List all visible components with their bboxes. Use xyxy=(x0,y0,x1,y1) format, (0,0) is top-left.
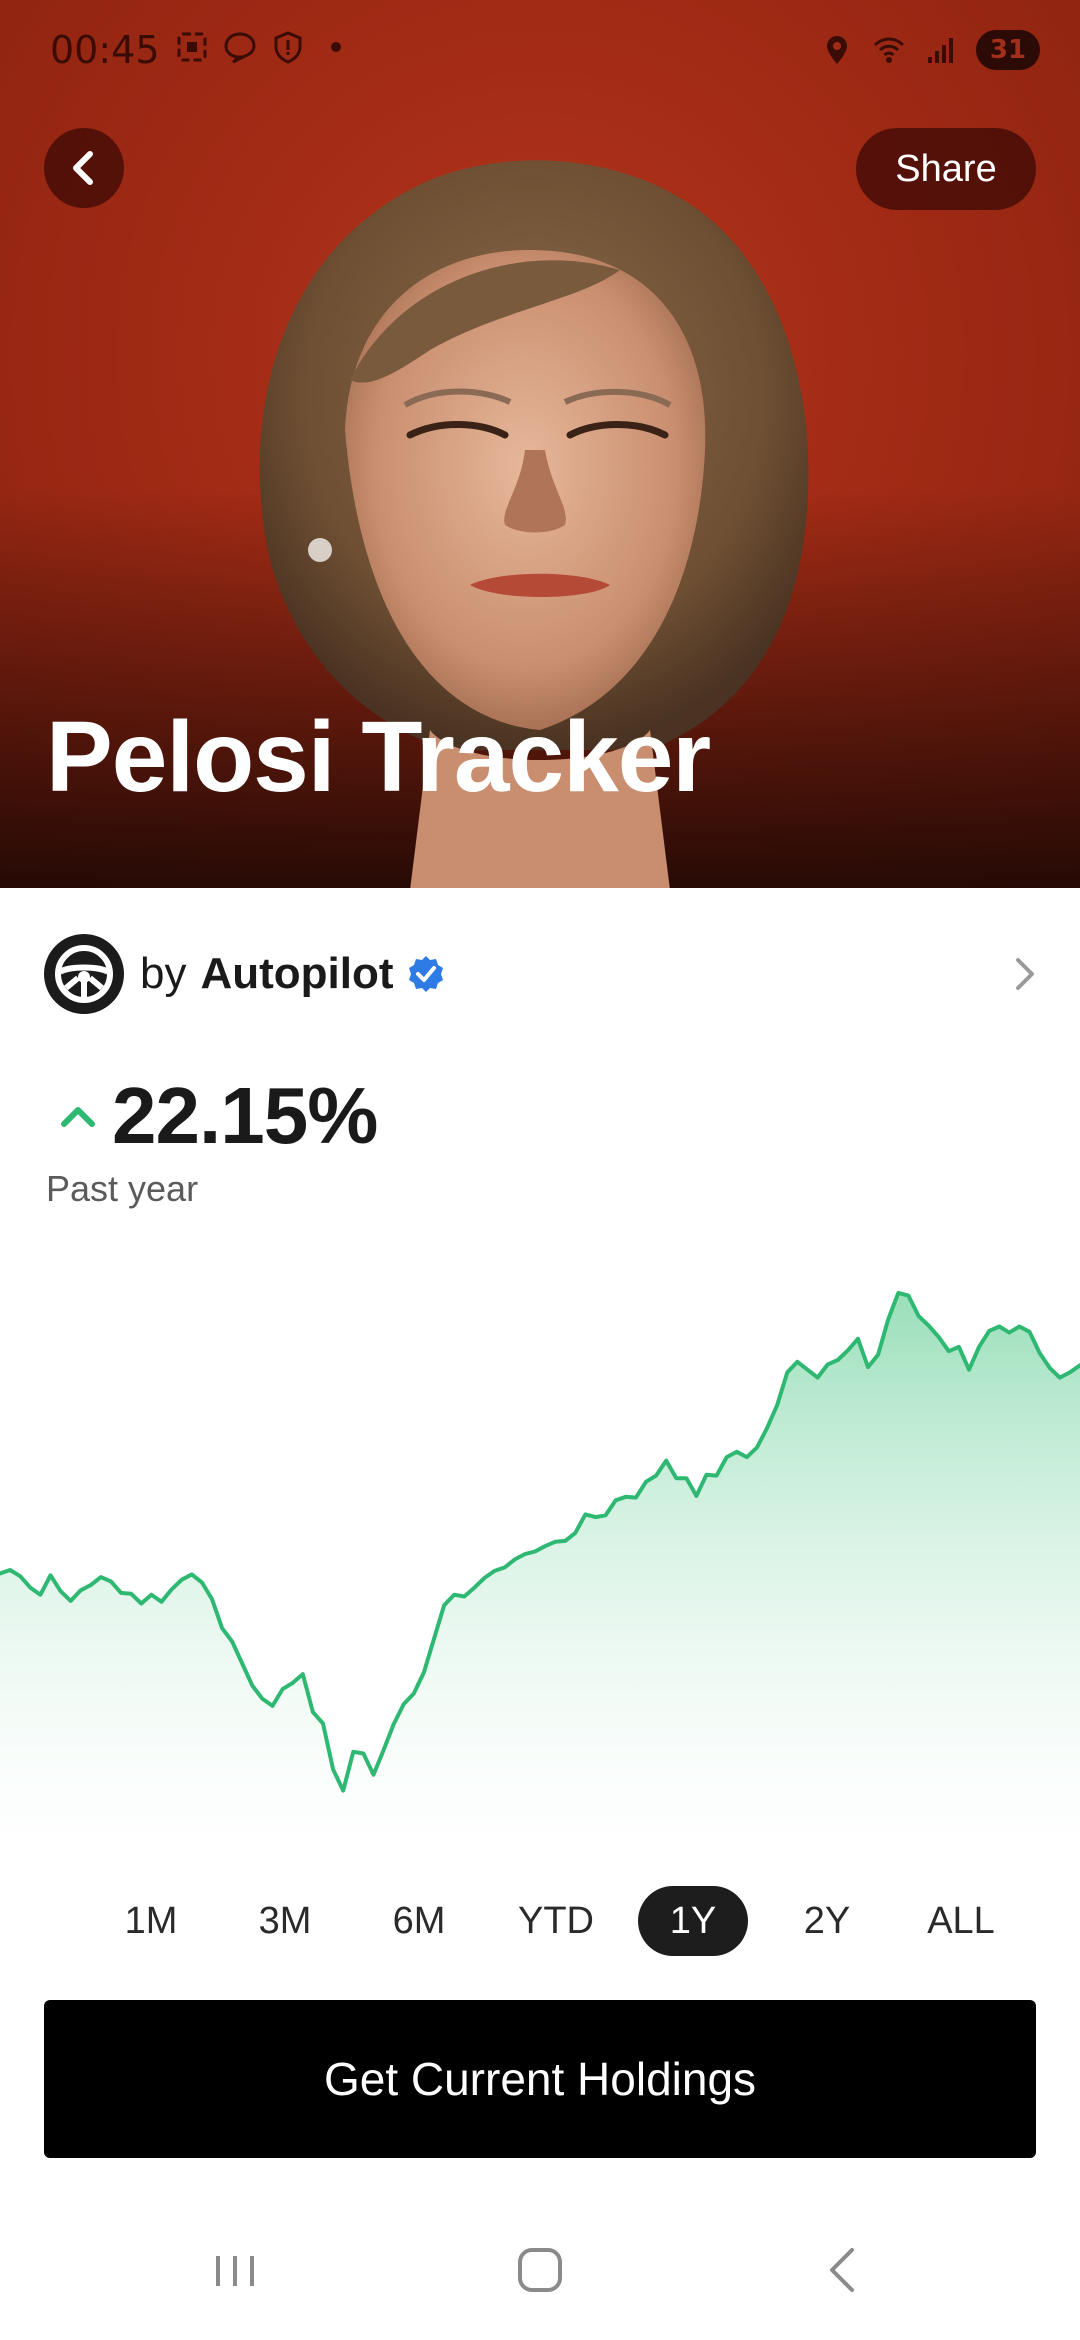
return-period-label: Past year xyxy=(46,1168,199,1209)
caret-up-icon xyxy=(61,1107,95,1127)
hero-banner: 00:45 31 Share Pelosi Tracker xyxy=(0,0,1080,888)
verified-badge-icon xyxy=(408,956,443,992)
screenshot-icon xyxy=(177,32,207,62)
battery-icon: 31 xyxy=(976,30,1040,70)
share-button[interactable]: Share xyxy=(856,128,1036,210)
recent-apps-icon[interactable] xyxy=(200,2238,270,2302)
author-name: Autopilot xyxy=(200,949,394,998)
back-icon[interactable] xyxy=(808,2238,878,2302)
wifi-icon xyxy=(873,37,905,63)
tab-2y[interactable]: 2Y xyxy=(772,1886,882,1956)
steering-wheel-icon xyxy=(55,945,113,1003)
tab-1y[interactable]: 1Y xyxy=(638,1886,748,1956)
chart-area-fill xyxy=(0,1292,1080,1860)
signal-icon xyxy=(928,38,953,63)
system-nav-bar xyxy=(0,2200,1080,2340)
author-row[interactable]: by Autopilot xyxy=(44,930,1044,1018)
status-time: 00:45 xyxy=(50,28,160,72)
tab-3m[interactable]: 3M xyxy=(230,1886,340,1956)
chevron-left-icon xyxy=(73,151,93,185)
get-current-holdings-button[interactable]: Get Current Holdings xyxy=(44,2000,1036,2158)
shield-icon xyxy=(274,31,302,64)
status-icons-right: 31 xyxy=(820,30,1040,70)
return-value: 22.15% xyxy=(112,1071,378,1160)
chat-bubble-icon xyxy=(224,32,256,64)
chevron-right-icon xyxy=(1016,958,1034,990)
tab-1m[interactable]: 1M xyxy=(96,1886,206,1956)
status-icons-left xyxy=(175,30,353,64)
tab-all[interactable]: ALL xyxy=(906,1886,1016,1956)
home-icon[interactable] xyxy=(505,2238,575,2302)
page-title: Pelosi Tracker xyxy=(46,701,711,813)
dot-icon xyxy=(331,42,341,52)
return-summary: 22.15% xyxy=(56,1070,378,1162)
back-button[interactable] xyxy=(44,128,124,208)
avatar xyxy=(44,934,124,1014)
author-by-label: by xyxy=(140,949,187,998)
performance-chart[interactable] xyxy=(0,1240,1080,1860)
status-bar: 00:45 31 xyxy=(0,0,1080,100)
location-icon xyxy=(827,36,847,64)
tab-ytd[interactable]: YTD xyxy=(498,1886,614,1956)
tab-6m[interactable]: 6M xyxy=(364,1886,474,1956)
time-range-tabs: 1M 3M 6M YTD 1Y 2Y ALL xyxy=(96,1886,1016,1956)
